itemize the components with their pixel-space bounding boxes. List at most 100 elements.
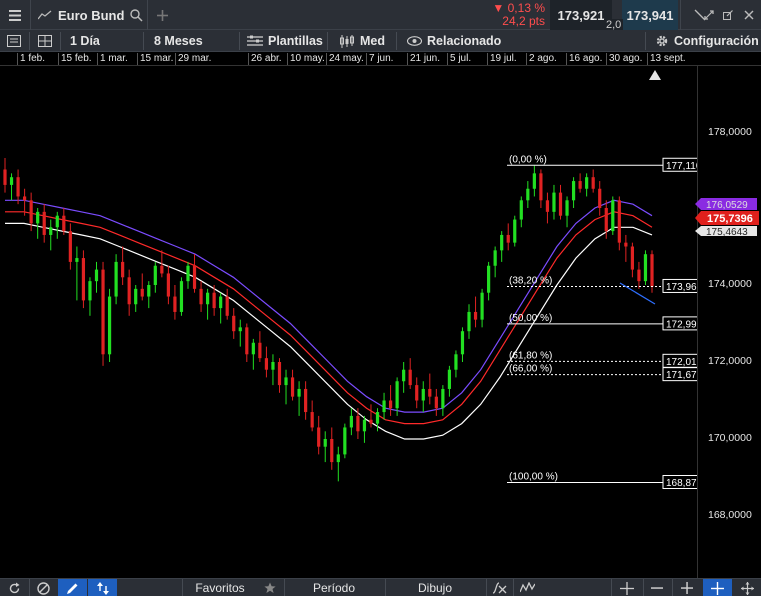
price-chart[interactable]: (0,00 %) 177,1100 (38,20 %) 173,9623 (50,00 … [0, 66, 761, 578]
candle-body [62, 215, 66, 232]
candle-body [186, 265, 190, 282]
fib-level-label: (0,00 %) [509, 154, 547, 165]
current-price-value: 175,7396 [707, 213, 753, 225]
zoom-out-button[interactable] [643, 579, 671, 596]
sell-price-button[interactable]: 173,921 [550, 0, 612, 30]
menu-button[interactable] [0, 0, 30, 30]
search-icon[interactable] [130, 8, 143, 22]
candle-body [16, 177, 20, 197]
candle-body [49, 227, 53, 235]
candle-body [624, 242, 628, 247]
candle [205, 288, 210, 320]
arrange-button[interactable] [88, 579, 117, 596]
candle [617, 196, 621, 251]
interval-selector[interactable]: 1 Día [70, 30, 100, 52]
cursor-mode-button[interactable] [703, 579, 732, 596]
candle-body [434, 396, 438, 409]
candle [454, 350, 458, 378]
date-label: 29 mar. [174, 53, 212, 65]
white-ema-value: 175,4643 [706, 227, 748, 236]
purple-ema-value: 176,0529 [706, 200, 748, 211]
candle [16, 169, 20, 205]
candle [539, 169, 543, 208]
candle [238, 319, 242, 347]
candle-body [81, 258, 86, 301]
favorites-button[interactable]: Favoritos [182, 579, 258, 596]
candle [402, 362, 406, 393]
indicators-button[interactable] [486, 579, 512, 596]
buy-price-button[interactable]: 173,941 [622, 0, 678, 30]
candle-body [127, 277, 131, 305]
fib-price-value: 168,8700 [666, 478, 697, 489]
price-tick: 168,0000 [708, 509, 752, 521]
move-button[interactable] [733, 579, 761, 596]
add-tab-button[interactable] [148, 0, 176, 30]
eye-icon [407, 36, 422, 46]
disable-button[interactable] [29, 579, 58, 596]
close-button[interactable] [740, 0, 758, 30]
candle-type-selector[interactable]: Med [339, 30, 385, 52]
candle-body [356, 415, 360, 432]
watchlist-toggle[interactable] [7, 30, 21, 52]
range-selector[interactable]: 8 Meses [154, 30, 203, 52]
candle-body [68, 231, 72, 262]
candle [271, 354, 275, 386]
candle-body [284, 377, 288, 386]
candle-body [107, 296, 112, 355]
candle-body [643, 254, 648, 282]
candle-body [388, 400, 393, 409]
candle [42, 204, 46, 243]
candle-body [447, 369, 452, 389]
chart-canvas[interactable]: (0,00 %) 177,1100 (38,20 %) 173,9623 (50,00 … [0, 66, 697, 578]
candle-body [36, 211, 40, 224]
instrument-selector[interactable]: Euro Bund [30, 0, 145, 30]
related-button[interactable]: Relacionado [407, 30, 501, 52]
candle-body [212, 292, 216, 309]
crosshair-button[interactable] [611, 579, 643, 596]
expand-button[interactable] [700, 0, 718, 30]
candle [585, 173, 589, 197]
favorite-star[interactable] [258, 579, 282, 596]
layout-button[interactable] [38, 30, 52, 52]
studies-button[interactable] [513, 579, 541, 596]
candle-body [604, 208, 608, 232]
candle-body [402, 369, 406, 382]
trend-line[interactable] [619, 282, 656, 305]
candle [526, 181, 530, 208]
candle [473, 296, 478, 328]
candle-body [23, 196, 27, 201]
candle-body [166, 273, 170, 297]
candle [500, 231, 504, 262]
price-tick: 178,0000 [708, 126, 752, 138]
candle-body [513, 219, 517, 243]
candle [630, 242, 634, 278]
candle-body [245, 327, 249, 355]
date-label: 15 mar. [136, 53, 174, 65]
draw-tool-button[interactable] [58, 579, 87, 596]
templates-button[interactable]: Plantillas [247, 30, 323, 52]
candle-body [330, 439, 334, 463]
candle [598, 181, 602, 216]
drawing-button[interactable]: Dibujo [385, 579, 485, 596]
fib-level-label: (100,00 %) [509, 472, 558, 483]
fib-price-value: 173,9623 [666, 282, 697, 293]
candle-body [598, 188, 602, 208]
refresh-button[interactable] [0, 579, 29, 596]
period-button[interactable]: Período [284, 579, 384, 596]
candle-body [205, 292, 210, 305]
wave-chart-icon [519, 582, 535, 593]
star-icon [264, 582, 276, 593]
candle [68, 223, 72, 270]
candle-body [441, 388, 445, 409]
fib-level-label: (61,80 %) [509, 350, 552, 361]
current-time-marker [649, 70, 661, 80]
candle-body [349, 415, 353, 428]
candle-body [382, 400, 386, 413]
settings-button[interactable]: Configuración [655, 30, 759, 52]
candle [219, 292, 223, 324]
popout-button[interactable] [719, 0, 737, 30]
date-label: 30 ago. [605, 53, 643, 65]
zoom-in-button[interactable] [672, 579, 702, 596]
grid-layout-icon [38, 35, 52, 47]
candle [421, 381, 425, 413]
